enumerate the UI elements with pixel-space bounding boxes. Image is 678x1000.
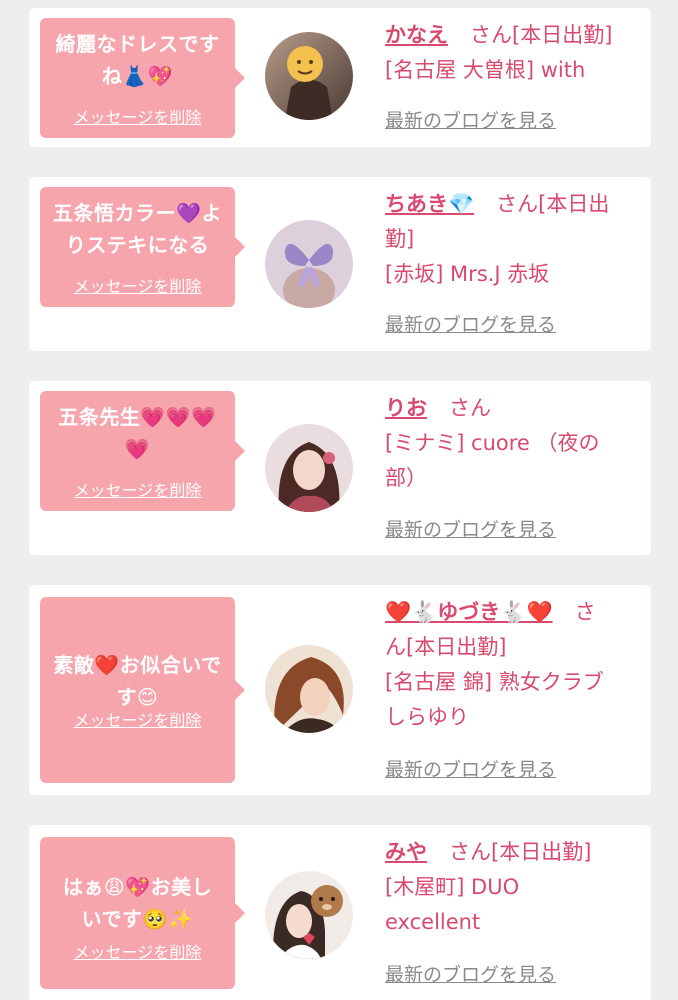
- message-line: 💗: [124, 437, 151, 461]
- message-text: 綺麗なドレスです ね👗💖: [48, 28, 227, 92]
- delete-message-link[interactable]: メッセージを削除: [40, 273, 235, 297]
- message-line: はぁ😩💖お美し: [62, 875, 213, 899]
- message-text: 五条悟カラー💜よ りステキになる: [48, 197, 227, 261]
- message-card: 綺麗なドレスです ね👗💖 メッセージを削除 かなえ さん[本日出勤] [名古屋 大…: [29, 8, 651, 147]
- shop-line: [ミナミ] cuore （夜の: [385, 431, 600, 455]
- profile-info: みや さん[本日出勤] [木屋町] DUO excellent: [385, 835, 633, 940]
- avatar[interactable]: [265, 645, 353, 733]
- message-line: ね👗💖: [101, 64, 174, 88]
- message-line: 素敵❤️お似合いで: [53, 653, 222, 677]
- profile-info: かなえ さん[本日出勤] [名古屋 大曽根] with: [385, 18, 633, 88]
- latest-blog-link[interactable]: 最新のブログを見る: [385, 106, 556, 133]
- message-card: 五条先生💗💗💗 💗 メッセージを削除 りお さん [ミナミ] cuore （夜の …: [29, 381, 651, 555]
- shop-line: [名古屋 錦] 熟女クラブ: [385, 670, 604, 694]
- message-text: 素敵❤️お似合いで す😊: [48, 649, 227, 713]
- shop-line: 勤]: [385, 227, 415, 251]
- message-text: 五条先生💗💗💗 💗: [48, 401, 227, 465]
- shop-line: 部）: [385, 466, 427, 490]
- message-bubble: はぁ😩💖お美し いです🥺✨ メッセージを削除: [40, 837, 245, 989]
- message-bubble: 素敵❤️お似合いで す😊 メッセージを削除: [40, 597, 245, 783]
- profile-info: りお さん [ミナミ] cuore （夜の 部）: [385, 391, 633, 496]
- message-card: 五条悟カラー💜よ りステキになる メッセージを削除 ちあき💎 さん[本日出 勤] …: [29, 177, 651, 351]
- profile-name-link[interactable]: ちあき💎: [385, 192, 474, 216]
- status-text: さん: [449, 396, 491, 420]
- message-line: 綺麗なドレスです: [55, 32, 220, 56]
- status-text: さん[本日出勤]: [470, 23, 613, 47]
- status-text: さん[本日出勤]: [449, 840, 592, 864]
- message-line: いです🥺✨: [81, 907, 194, 931]
- message-line: りステキになる: [65, 233, 210, 257]
- message-line: 五条悟カラー💜よ: [53, 201, 222, 225]
- avatar[interactable]: [265, 871, 353, 959]
- latest-blog-link[interactable]: 最新のブログを見る: [385, 310, 556, 337]
- profile-name-link[interactable]: ❤️🐇ゆづき🐇❤️: [385, 600, 553, 624]
- status-text: さん[本日出: [496, 192, 610, 216]
- shop-line: [木屋町] DUO: [385, 875, 520, 899]
- profile-name-link[interactable]: りお: [385, 396, 427, 420]
- delete-message-link[interactable]: メッセージを削除: [40, 939, 235, 963]
- profile-name-link[interactable]: かなえ: [385, 23, 448, 47]
- latest-blog-link[interactable]: 最新のブログを見る: [385, 960, 556, 987]
- message-text: はぁ😩💖お美し いです🥺✨: [48, 871, 227, 935]
- shop-line: [赤坂] Mrs.J 赤坂: [385, 262, 550, 286]
- shop-line: [名古屋 大曽根] with: [385, 58, 586, 82]
- status-text: さ: [574, 600, 596, 624]
- message-card: 素敵❤️お似合いで す😊 メッセージを削除 ❤️🐇ゆづき🐇❤️ さ ん[本日出勤]…: [29, 585, 651, 795]
- shop-line: ん[本日出勤]: [385, 635, 507, 659]
- profile-name-link[interactable]: みや: [385, 840, 427, 864]
- delete-message-link[interactable]: メッセージを削除: [40, 104, 235, 128]
- message-card: はぁ😩💖お美し いです🥺✨ メッセージを削除 みや さん[本日出勤] [木屋町] …: [29, 825, 651, 1000]
- avatar[interactable]: [265, 32, 353, 120]
- latest-blog-link[interactable]: 最新のブログを見る: [385, 515, 556, 542]
- profile-info: ちあき💎 さん[本日出 勤] [赤坂] Mrs.J 赤坂: [385, 187, 633, 292]
- message-bubble: 五条悟カラー💜よ りステキになる メッセージを削除: [40, 187, 245, 307]
- avatar[interactable]: [265, 424, 353, 512]
- shop-line: しらゆり: [385, 705, 469, 729]
- message-bubble: 綺麗なドレスです ね👗💖 メッセージを削除: [40, 18, 245, 138]
- delete-message-link[interactable]: メッセージを削除: [40, 477, 235, 501]
- latest-blog-link[interactable]: 最新のブログを見る: [385, 755, 556, 782]
- message-bubble: 五条先生💗💗💗 💗 メッセージを削除: [40, 391, 245, 511]
- avatar[interactable]: [265, 220, 353, 308]
- profile-info: ❤️🐇ゆづき🐇❤️ さ ん[本日出勤] [名古屋 錦] 熟女クラブ しらゆり: [385, 595, 633, 735]
- shop-line: excellent: [385, 910, 481, 934]
- delete-message-link[interactable]: メッセージを削除: [40, 707, 235, 731]
- message-line: 五条先生💗💗💗: [58, 405, 217, 429]
